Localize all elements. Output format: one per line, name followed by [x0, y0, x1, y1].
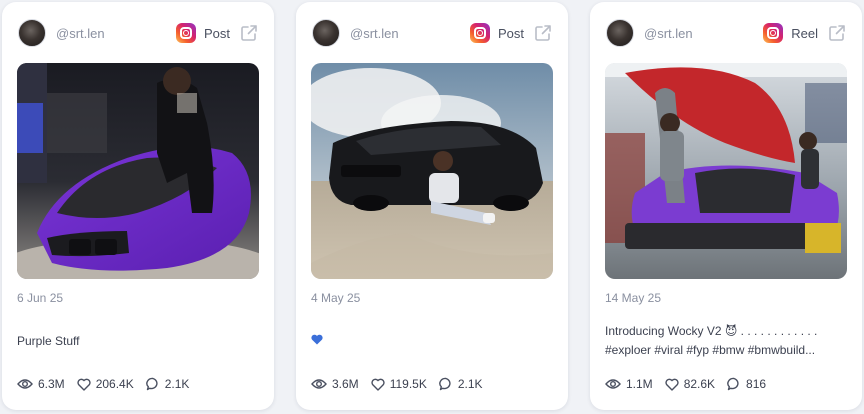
- instagram-icon: [763, 23, 784, 43]
- account-handle[interactable]: @srt.len: [644, 26, 693, 41]
- caption-hashtags: #exploer #viral #fyp #bmw #bmwbuild...: [605, 343, 816, 357]
- eye-icon: [605, 379, 621, 389]
- post-date: 4 May 25: [311, 291, 361, 305]
- post-card[interactable]: @srt.len Post: [2, 2, 274, 410]
- comment-icon: [145, 377, 158, 391]
- likes-count: 206.4K: [95, 377, 134, 391]
- heart-icon: [371, 378, 385, 391]
- views-stat: 3.6M: [311, 377, 359, 391]
- comment-icon: [439, 377, 451, 391]
- post-date: 14 May 25: [605, 291, 662, 305]
- post-type-label: Reel: [791, 25, 818, 41]
- post-card[interactable]: @srt.len Post: [296, 2, 568, 410]
- caption-line: Purple Stuff: [17, 334, 80, 348]
- likes-stat: 206.4K: [77, 377, 134, 391]
- comments-stat: 2.1K: [439, 377, 483, 391]
- post-type-label: Post: [203, 25, 230, 41]
- heart-icon: [77, 378, 91, 391]
- eye-icon: [17, 379, 33, 389]
- post-image[interactable]: [311, 63, 553, 279]
- instagram-icon: [175, 23, 196, 43]
- post-stats: 1.1M 82.6K 816: [605, 377, 778, 391]
- post-type-label: Post: [497, 25, 524, 41]
- views-count: 1.1M: [626, 377, 653, 391]
- card-header: @srt.len Reel: [606, 18, 846, 48]
- likes-stat: 119.5K: [371, 377, 427, 391]
- post-image[interactable]: [17, 63, 259, 279]
- likes-stat: 82.6K: [665, 377, 715, 391]
- post-card[interactable]: @srt.len Reel 14 May 25 Introducing Wock…: [590, 2, 862, 410]
- comments-stat: 816: [727, 377, 766, 391]
- account-handle[interactable]: @srt.len: [56, 26, 105, 41]
- post-stats: 3.6M 119.5K 2.1K: [311, 377, 495, 391]
- comments-count: 816: [746, 377, 767, 391]
- avatar[interactable]: [606, 19, 634, 47]
- eye-icon: [311, 379, 327, 389]
- account-handle[interactable]: @srt.len: [350, 26, 399, 41]
- avatar[interactable]: [18, 19, 46, 47]
- blue-heart-icon: [311, 334, 323, 345]
- likes-count: 119.5K: [389, 377, 427, 391]
- comment-icon: [727, 377, 739, 391]
- card-header: @srt.len Post: [312, 18, 552, 48]
- card-header: @srt.len Post: [18, 18, 258, 48]
- likes-count: 82.6K: [683, 377, 716, 391]
- post-date: 6 Jun 25: [17, 291, 64, 305]
- views-stat: 6.3M: [17, 377, 65, 391]
- comments-stat: 2.1K: [145, 377, 190, 391]
- post-caption: Introducing Wocky V2 😈 . . . . . . . . .…: [605, 322, 848, 362]
- avatar[interactable]: [312, 19, 340, 47]
- views-stat: 1.1M: [605, 377, 653, 391]
- external-link-icon[interactable]: [828, 24, 846, 42]
- instagram-icon: [469, 23, 490, 43]
- views-count: 3.6M: [332, 377, 359, 391]
- external-link-icon[interactable]: [534, 24, 552, 42]
- post-caption: [311, 332, 554, 372]
- external-link-icon[interactable]: [240, 24, 258, 42]
- caption-line: Introducing Wocky V2 😈 . . . . . . . . .…: [605, 324, 818, 338]
- comments-count: 2.1K: [164, 377, 190, 391]
- heart-icon: [665, 378, 679, 391]
- views-count: 6.3M: [38, 377, 65, 391]
- post-caption: Purple Stuff: [17, 332, 260, 372]
- reel-thumbnail[interactable]: [605, 63, 847, 279]
- post-stats: 6.3M 206.4K 2.1K: [17, 377, 201, 391]
- comments-count: 2.1K: [457, 377, 483, 391]
